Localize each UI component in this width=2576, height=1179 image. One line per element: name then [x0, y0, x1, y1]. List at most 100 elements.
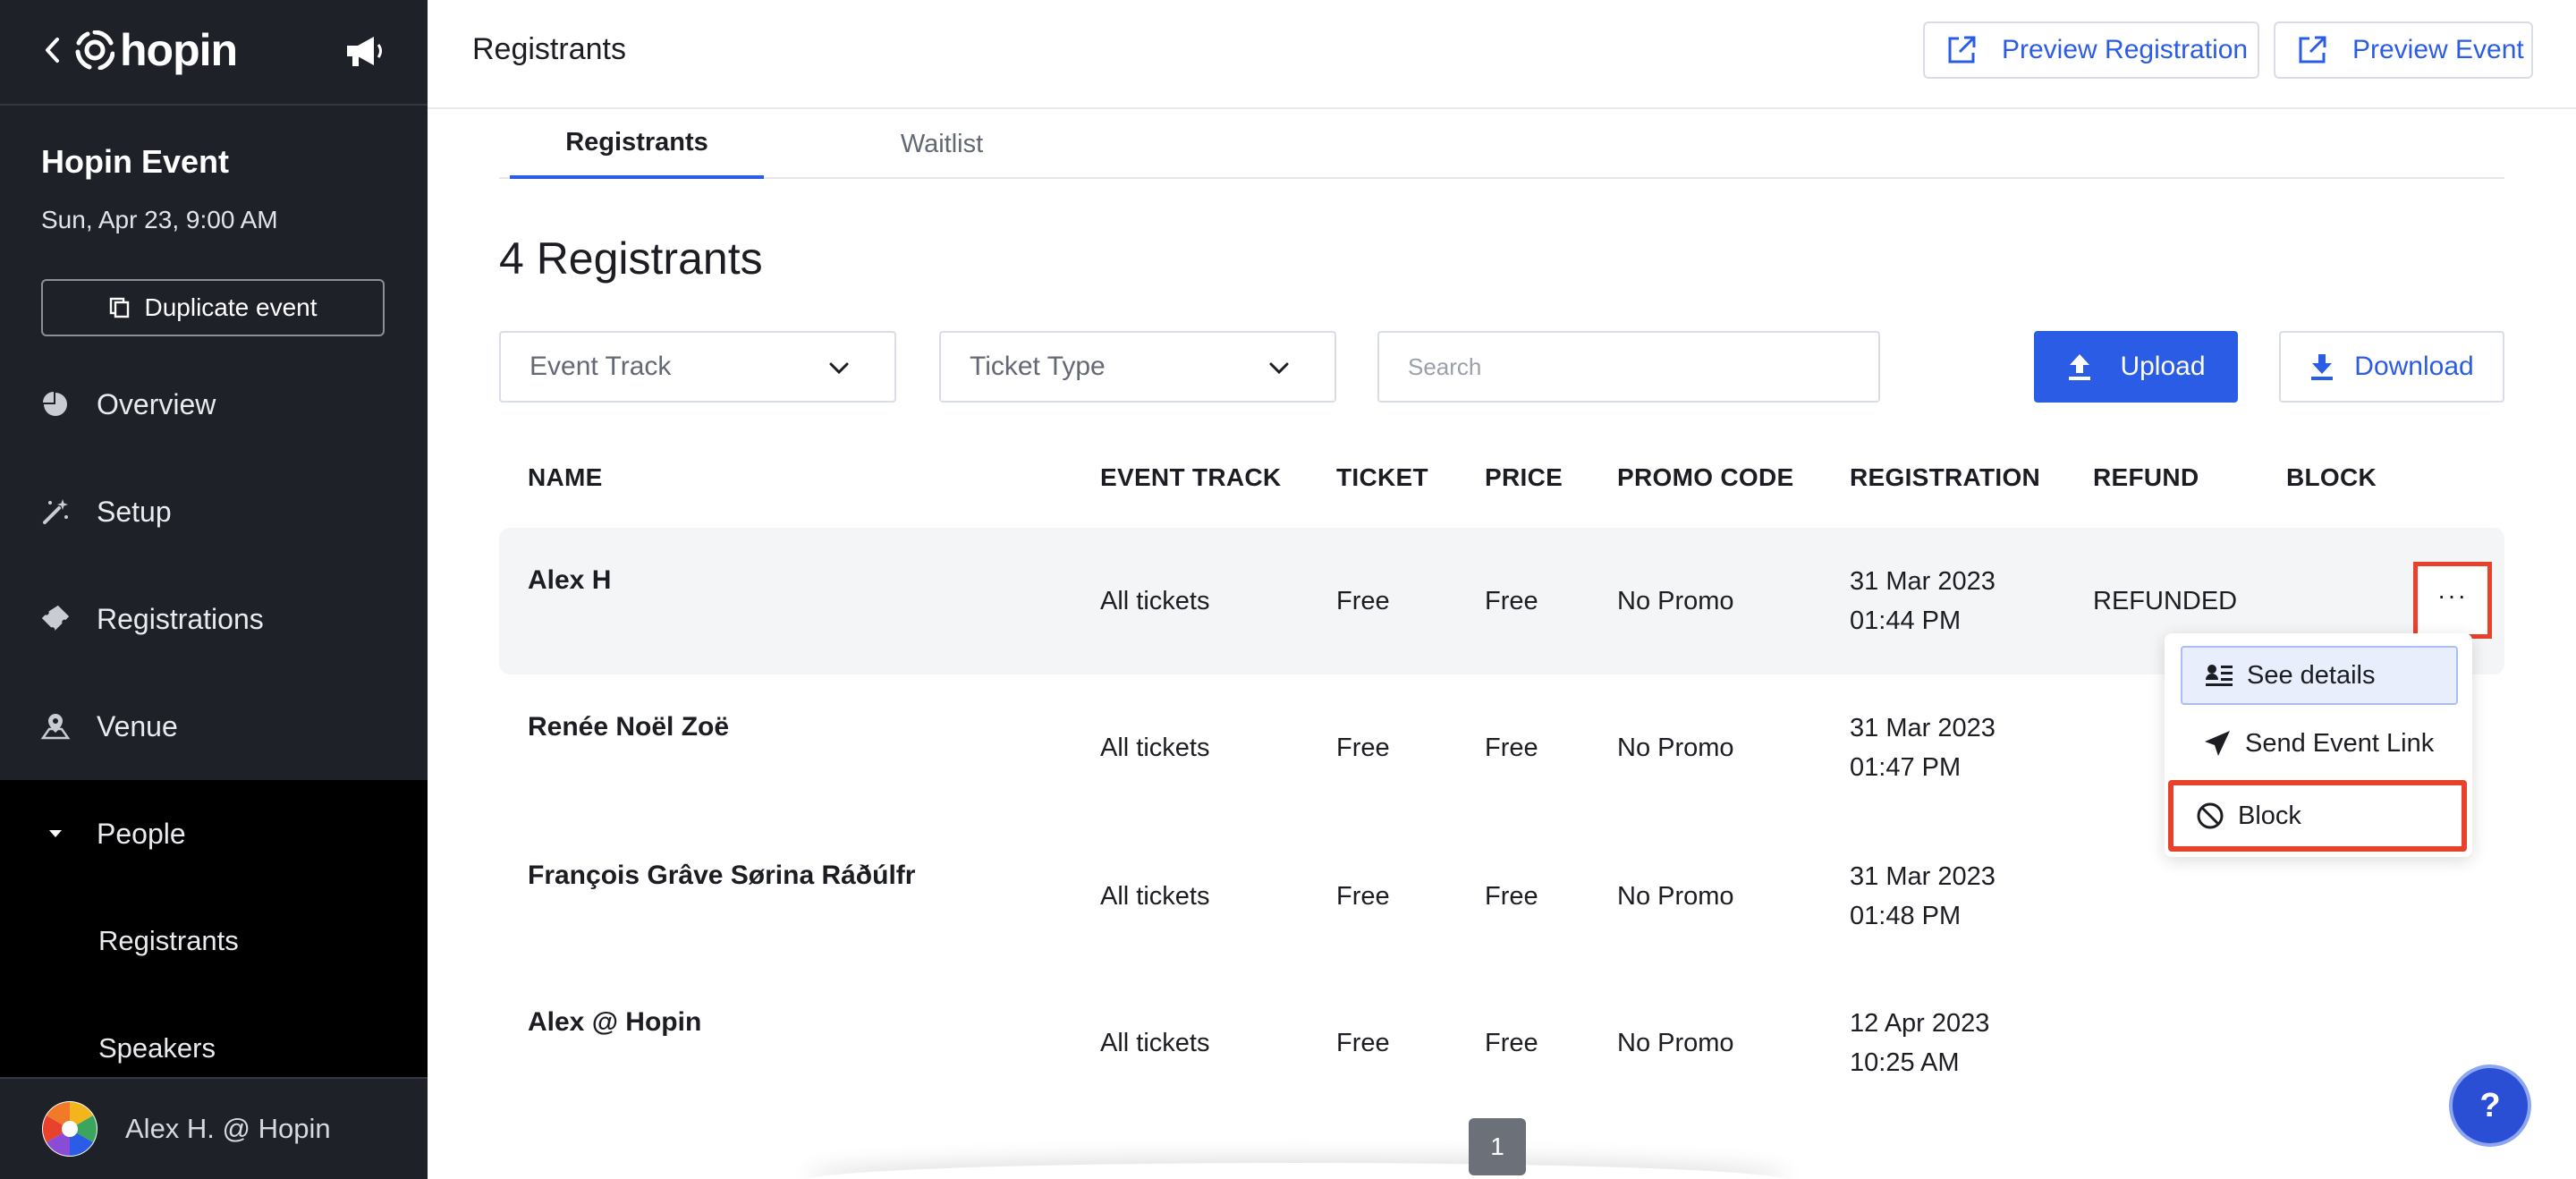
map-pin-icon	[39, 710, 72, 742]
send-event-link-label: Send Event Link	[2245, 728, 2435, 758]
registration-date: 31 Mar 2023 01:47 PM	[1850, 708, 1996, 787]
page-header: Registrants Preview Registration Preview…	[428, 0, 2576, 109]
help-button[interactable]: ?	[2449, 1064, 2531, 1147]
preview-event-button[interactable]: Preview Event	[2274, 21, 2533, 79]
page-title: Registrants	[472, 32, 626, 66]
event-track-select[interactable]: Event Track	[499, 331, 896, 403]
registration-date: 31 Mar 2023 01:48 PM	[1850, 857, 1996, 936]
user-name: Alex H. @ Hopin	[125, 1113, 331, 1144]
id-card-icon	[2206, 665, 2233, 686]
tab-bar: Registrants Waitlist	[499, 109, 2504, 179]
registrant-promo: No Promo	[1617, 1029, 1734, 1057]
download-icon	[2311, 354, 2334, 380]
sidebar: hopin Hopin Event Sun, Apr 23, 9:00 AM D…	[0, 0, 428, 1179]
avatar	[42, 1101, 97, 1157]
tab-registrants[interactable]: Registrants	[510, 109, 764, 179]
hopin-logo-icon	[75, 30, 114, 70]
registrant-ticket: Free	[1336, 734, 1390, 762]
upload-button[interactable]: Upload	[2034, 331, 2238, 403]
registration-time: 01:44 PM	[1850, 606, 1962, 635]
ticket-icon	[39, 603, 72, 635]
duplicate-event-button[interactable]: Duplicate event	[41, 279, 385, 336]
copy-icon	[110, 297, 130, 318]
pagination-page-1[interactable]: 1	[1469, 1118, 1526, 1175]
registrant-price: Free	[1485, 734, 1538, 762]
column-header-name[interactable]: NAME	[528, 463, 603, 492]
preview-registration-button[interactable]: Preview Registration	[1923, 21, 2259, 79]
registration-day: 12 Apr 2023	[1850, 1009, 1990, 1038]
megaphone-icon[interactable]	[342, 32, 385, 70]
chevron-left-icon[interactable]	[39, 32, 66, 68]
external-link-icon	[2299, 36, 2326, 64]
registrant-promo: No Promo	[1617, 882, 1734, 911]
column-header-ticket[interactable]: TICKET	[1336, 463, 1428, 492]
external-link-icon	[1948, 36, 1976, 64]
registrant-price: Free	[1485, 882, 1538, 911]
user-profile[interactable]: Alex H. @ Hopin	[0, 1077, 428, 1179]
column-header-promo-code[interactable]: PROMO CODE	[1617, 463, 1793, 492]
registrant-count: 4 Registrants	[499, 233, 763, 284]
nav-label-registrations: Registrations	[97, 602, 264, 635]
block-icon	[2197, 802, 2224, 829]
nav-item-registrations[interactable]: Registrations	[0, 565, 428, 673]
nav-item-people[interactable]: People	[0, 780, 428, 887]
column-header-event-track[interactable]: EVENT TRACK	[1100, 463, 1281, 492]
nav-item-overview[interactable]: Overview	[0, 351, 428, 458]
event-track-value: Event Track	[530, 352, 672, 381]
row-actions-button[interactable]: ···	[2413, 562, 2492, 639]
registrant-track: All tickets	[1100, 1029, 1210, 1057]
registrant-name: François Grâve Sørina Ráðúlfr	[528, 861, 916, 890]
registrant-name: Alex H	[528, 565, 612, 595]
column-header-refund[interactable]: REFUND	[2093, 463, 2199, 492]
see-details-label: See details	[2247, 660, 2376, 690]
registrant-ticket: Free	[1336, 1029, 1390, 1057]
column-header-price[interactable]: PRICE	[1485, 463, 1563, 492]
registration-time: 01:47 PM	[1850, 753, 1962, 782]
column-header-block[interactable]: BLOCK	[2286, 463, 2377, 492]
ticket-type-value: Ticket Type	[970, 352, 1106, 381]
download-label: Download	[2354, 352, 2474, 381]
nav-label-venue: Venue	[97, 709, 178, 742]
refund-status: REFUNDED	[2093, 587, 2238, 615]
registrant-name: Renée Noël Zoë	[528, 712, 730, 742]
tab-waitlist[interactable]: Waitlist	[767, 109, 1116, 179]
chevron-down-icon	[829, 362, 849, 375]
send-icon	[2205, 731, 2230, 756]
column-header-registration[interactable]: REGISTRATION	[1850, 463, 2040, 492]
caret-down-icon	[39, 818, 72, 850]
row-actions-menu: See details Send Event Link Block	[2165, 633, 2472, 857]
nav-sub-registrants[interactable]: Registrants	[0, 887, 428, 995]
preview-event-label: Preview Event	[2352, 35, 2524, 64]
nav-label-overview: Overview	[97, 387, 216, 420]
nav-item-venue[interactable]: Venue	[0, 673, 428, 780]
registrant-price: Free	[1485, 587, 1538, 615]
nav-item-setup[interactable]: Setup	[0, 458, 428, 565]
menu-item-see-details[interactable]: See details	[2181, 646, 2458, 705]
ticket-type-select[interactable]: Ticket Type	[939, 331, 1336, 403]
preview-registration-label: Preview Registration	[2002, 35, 2249, 64]
upload-label: Upload	[2120, 352, 2206, 381]
registrant-name: Alex @ Hopin	[528, 1007, 702, 1037]
event-name: Hopin Event	[41, 143, 230, 180]
bottom-shadow	[805, 1163, 1789, 1179]
more-dots-icon: ···	[2437, 581, 2468, 609]
pie-chart-icon	[39, 388, 72, 420]
brand-name: hopin	[120, 25, 238, 75]
download-button[interactable]: Download	[2279, 331, 2504, 403]
registration-time: 01:48 PM	[1850, 902, 1962, 930]
registrant-ticket: Free	[1336, 587, 1390, 615]
upload-icon	[2069, 354, 2091, 380]
hopin-logo[interactable]: hopin	[75, 25, 238, 75]
registrant-track: All tickets	[1100, 734, 1210, 762]
chevron-down-icon	[1269, 362, 1289, 375]
registration-day: 31 Mar 2023	[1850, 714, 1996, 742]
sidebar-header: hopin	[0, 0, 428, 106]
menu-item-block[interactable]: Block	[2168, 780, 2467, 852]
menu-item-send-event-link[interactable]: Send Event Link	[2181, 714, 2458, 773]
nav-label-setup: Setup	[97, 495, 172, 528]
registrant-track: All tickets	[1100, 587, 1210, 615]
registration-date: 12 Apr 2023 10:25 AM	[1850, 1004, 1989, 1082]
magic-wand-icon	[39, 496, 72, 528]
search-input[interactable]	[1377, 331, 1880, 403]
registration-day: 31 Mar 2023	[1850, 567, 1996, 596]
